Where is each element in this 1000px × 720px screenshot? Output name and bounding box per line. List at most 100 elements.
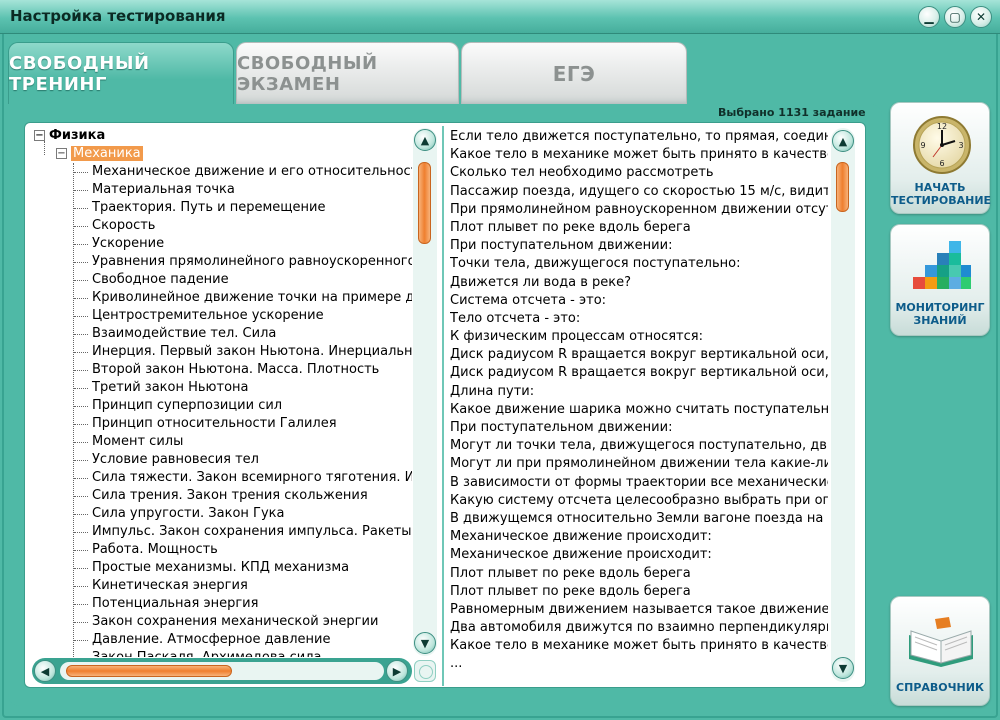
tree-item[interactable]: Принцип суперпозиции сил xyxy=(30,397,412,415)
tree-item[interactable]: Закон сохранения механической энергии xyxy=(30,613,412,631)
close-icon: ✕ xyxy=(975,10,987,24)
tree-item[interactable]: Импульс. Закон сохранения импульса. Раке… xyxy=(30,523,412,541)
topic-tree[interactable]: − Физика − Механика Механическое движение … xyxy=(30,127,412,657)
chevron-down-icon: ▼ xyxy=(838,661,848,675)
open-book-icon xyxy=(909,617,973,667)
tree-node-root[interactable]: − Физика xyxy=(30,127,412,145)
question-item[interactable]: Сколько тел необходимо рассмотреть xyxy=(450,164,828,182)
tab-ege[interactable]: ЕГЭ xyxy=(461,42,687,104)
tree-item[interactable]: Принцип относительности Галилея xyxy=(30,415,412,433)
knowledge-monitoring-button[interactable]: МОНИТОРИНГ ЗНАНИЙ xyxy=(890,224,990,336)
tree-vertical-scrollbar[interactable]: ▲ ▼ xyxy=(413,128,437,656)
question-item[interactable]: Механическое движение происходит: xyxy=(450,528,828,546)
tab-free-exam[interactable]: СВОБОДНЫЙ ЭКЗАМЕН xyxy=(236,42,459,104)
question-item[interactable]: Система отсчета - это: xyxy=(450,292,828,310)
question-item[interactable]: При прямолинейном равноускоренном движен… xyxy=(450,201,828,219)
tree-item[interactable]: Условие равновесия тел xyxy=(30,451,412,469)
tree-item[interactable]: Взаимодействие тел. Сила xyxy=(30,325,412,343)
question-item[interactable]: Какое тело в механике может быть принято… xyxy=(450,637,828,655)
tree-item[interactable]: Скорость xyxy=(30,217,412,235)
tree-node-section[interactable]: − Механика xyxy=(30,145,412,163)
question-list[interactable]: Если тело движется поступательно, то пря… xyxy=(450,128,828,686)
question-item[interactable]: Могут ли точки тела, движущегося поступа… xyxy=(450,437,828,455)
scroll-down-button[interactable]: ▼ xyxy=(414,632,436,654)
tree-item[interactable]: Простые механизмы. КПД механизма xyxy=(30,559,412,577)
question-item[interactable]: Диск радиусом R вращается вокруг вертика… xyxy=(450,346,828,364)
scroll-thumb[interactable] xyxy=(836,162,849,212)
question-item[interactable]: Движется ли вода в реке? xyxy=(450,274,828,292)
chevron-up-icon: ▲ xyxy=(838,134,848,148)
tree-item[interactable]: Материальная точка xyxy=(30,181,412,199)
tree-item[interactable]: Криволинейное движение точки на примере … xyxy=(30,289,412,307)
pane-divider[interactable] xyxy=(442,126,444,686)
scroll-up-button[interactable]: ▲ xyxy=(832,130,854,152)
question-item[interactable]: Какое движение шарика можно считать пост… xyxy=(450,401,828,419)
question-item[interactable]: Длина пути: xyxy=(450,383,828,401)
maximize-button[interactable]: ▢ xyxy=(944,6,966,28)
window-title: Настройка тестирования xyxy=(10,7,226,25)
tree-item[interactable]: Сила трения. Закон трения скольжения xyxy=(30,487,412,505)
tree-item[interactable]: Сила тяжести. Закон всемирного тяготения… xyxy=(30,469,412,487)
scroll-left-button[interactable]: ◀ xyxy=(34,660,56,682)
question-item[interactable]: Механическое движение происходит: xyxy=(450,546,828,564)
question-item[interactable]: Плот плывет по реке вдоль берега xyxy=(450,219,828,237)
close-button[interactable]: ✕ xyxy=(970,6,992,28)
reference-button[interactable]: СПРАВОЧНИК xyxy=(890,596,990,706)
cubes-chart-icon xyxy=(913,241,971,289)
tree-item[interactable]: Момент силы xyxy=(30,433,412,451)
scroll-down-button[interactable]: ▼ xyxy=(832,657,854,679)
question-item[interactable]: Какую систему отсчета целесообразно выбр… xyxy=(450,492,828,510)
clock-number: 3 xyxy=(958,141,963,150)
question-item[interactable]: Плот плывет по реке вдоль берега xyxy=(450,583,828,601)
maximize-icon: ▢ xyxy=(949,10,961,24)
scroll-thumb[interactable] xyxy=(418,162,431,244)
question-item[interactable]: Плот плывет по реке вдоль берега xyxy=(450,565,828,583)
minimize-icon: ▁ xyxy=(924,10,934,24)
question-item[interactable]: ... xyxy=(450,655,828,673)
tree-item[interactable]: Давление. Атмосферное давление xyxy=(30,631,412,649)
question-item[interactable]: В движущемся относительно Земли вагоне п… xyxy=(450,510,828,528)
tree-item[interactable]: Уравнения прямолинейного равноускоренног… xyxy=(30,253,412,271)
tree-item[interactable]: Второй закон Ньютона. Масса. Плотность xyxy=(30,361,412,379)
tree-item[interactable]: Центростремительное ускорение xyxy=(30,307,412,325)
tree-item[interactable]: Свободное падение xyxy=(30,271,412,289)
scroll-thumb[interactable] xyxy=(66,665,232,677)
tree-item[interactable]: Потенциальная энергия xyxy=(30,595,412,613)
tab-free-training[interactable]: СВОБОДНЫЙ ТРЕНИНГ xyxy=(8,42,234,104)
alarm-clock-icon: 12 3 6 9 xyxy=(913,116,971,174)
collapse-icon[interactable]: − xyxy=(56,148,67,159)
question-item[interactable]: При поступательном движении: xyxy=(450,419,828,437)
question-item[interactable]: К физическим процессам относятся: xyxy=(450,328,828,346)
collapse-icon[interactable]: − xyxy=(34,130,45,141)
start-testing-button[interactable]: 12 3 6 9 НАЧАТЬ ТЕСТИРОВАНИЕ xyxy=(890,102,991,214)
reference-label: СПРАВОЧНИК xyxy=(896,681,984,694)
tree-item[interactable]: Работа. Мощность xyxy=(30,541,412,559)
tree-item[interactable]: Траектория. Путь и перемещение xyxy=(30,199,412,217)
tree-item[interactable]: Закон Паскаля. Архимедова сила xyxy=(30,649,412,657)
question-item[interactable]: Два автомобиля движутся по взаимно перпе… xyxy=(450,619,828,637)
question-item[interactable]: Тело отсчета - это: xyxy=(450,310,828,328)
question-item[interactable]: В зависимости от формы траектории все ме… xyxy=(450,474,828,492)
scroll-up-button[interactable]: ▲ xyxy=(414,129,436,151)
tree-item[interactable]: Инерция. Первый закон Ньютона. Инерциаль… xyxy=(30,343,412,361)
tree-item[interactable]: Третий закон Ньютона xyxy=(30,379,412,397)
tree-horizontal-scrollbar[interactable]: ◀ ▶ xyxy=(32,658,412,684)
minimize-button[interactable]: ▁ xyxy=(918,6,940,28)
questions-vertical-scrollbar[interactable]: ▲ ▼ xyxy=(831,128,855,682)
question-item[interactable]: Могут ли при прямолинейном движении тела… xyxy=(450,455,828,473)
question-item[interactable]: Равномерным движением называется такое д… xyxy=(450,601,828,619)
scroll-right-button[interactable]: ▶ xyxy=(386,660,408,682)
question-item[interactable]: Какое тело в механике может быть принято… xyxy=(450,146,828,164)
question-item[interactable]: Точки тела, движущегося поступательно: xyxy=(450,255,828,273)
question-item[interactable]: Если тело движется поступательно, то пря… xyxy=(450,128,828,146)
start-testing-label-line1: НАЧАТЬ xyxy=(914,181,966,194)
tree-item[interactable]: Кинетическая энергия xyxy=(30,577,412,595)
question-item[interactable]: Диск радиусом R вращается вокруг вертика… xyxy=(450,364,828,382)
question-item[interactable]: Пассажир поезда, идущего со скоростью 15… xyxy=(450,183,828,201)
tree-item[interactable]: Механическое движение и его относительно… xyxy=(30,163,412,181)
clock-number: 9 xyxy=(920,141,925,150)
tree-item[interactable]: Сила упругости. Закон Гука xyxy=(30,505,412,523)
monitoring-label-line2: ЗНАНИЙ xyxy=(913,314,967,327)
tree-item[interactable]: Ускорение xyxy=(30,235,412,253)
question-item[interactable]: При поступательном движении: xyxy=(450,237,828,255)
